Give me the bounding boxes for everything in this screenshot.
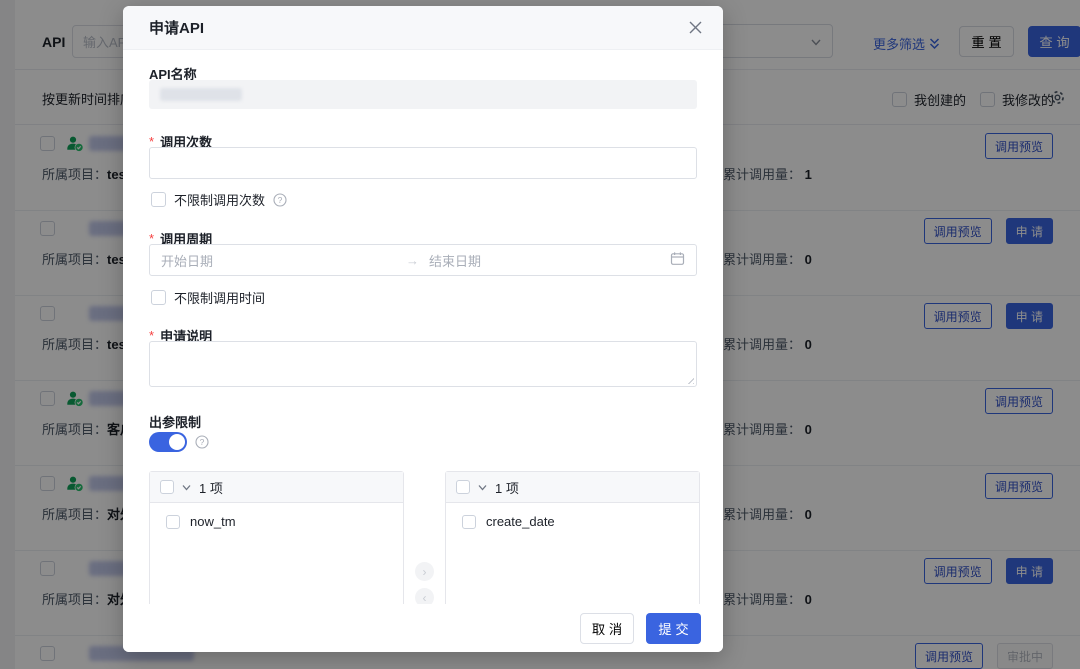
select-all-checkbox[interactable] [160,480,174,494]
chevron-down-icon[interactable] [181,482,192,493]
output-limit-label: 出参限制 [149,415,202,430]
page: API 输入API名称 更多筛选 重 置 查 询 按更新时间排序 我创建的 我修… [0,0,1080,669]
question-circle-icon[interactable]: ? [195,435,209,449]
target-count-label: 1 项 [495,480,519,496]
select-all-checkbox[interactable] [456,480,470,494]
chevron-down-icon[interactable] [477,482,488,493]
unlimited-time-checkbox[interactable] [151,290,166,305]
item-label: now_tm [190,514,236,529]
output-limit-toggle[interactable] [149,432,187,452]
svg-text:?: ? [200,437,205,447]
resize-handle[interactable] [685,375,694,384]
range-arrow: → [406,252,419,268]
apply-note-textarea[interactable] [149,341,697,387]
modal-footer: 取 消 提 交 [123,604,723,652]
question-circle-icon[interactable]: ? [273,192,287,207]
move-right-button[interactable]: › [415,562,434,581]
transfer-item[interactable]: create_date [446,503,699,529]
cancel-button[interactable]: 取 消 [580,613,634,644]
item-checkbox[interactable] [462,514,476,529]
transfer-source-header: 1 项 [150,472,403,503]
item-checkbox[interactable] [166,514,180,529]
modal-header: 申请API [123,6,723,50]
transfer-target-header: 1 项 [446,472,699,503]
start-date-placeholder[interactable]: 开始日期 [161,251,406,270]
unlimited-time-label: 不限制调用时间 [174,291,266,306]
modal-title: 申请API [149,20,205,37]
source-count-label: 1 项 [199,480,223,496]
submit-button[interactable]: 提 交 [646,613,701,644]
transfer-source-panel: 1 项 now_tm [149,471,404,623]
unlimited-count-label: 不限制调用次数 [174,193,266,208]
svg-text:?: ? [278,195,283,205]
unlimited-time-option[interactable]: 不限制调用时间 [151,288,265,307]
apply-api-modal: 申请API API名称 调用次数 不限制调用次数 ? 调用周期 开始日期 → 结… [123,6,723,652]
call-count-input[interactable] [149,147,697,179]
end-date-placeholder[interactable]: 结束日期 [429,251,670,270]
unlimited-count-checkbox[interactable] [151,192,166,207]
api-name-input [149,80,697,109]
toggle-knob [169,434,185,450]
date-range-picker[interactable]: 开始日期 → 结束日期 [149,244,697,276]
api-name-value-redacted [160,88,242,101]
calendar-icon [670,251,685,269]
transfer-item[interactable]: now_tm [150,503,403,529]
item-label: create_date [486,514,555,529]
unlimited-count-option[interactable]: 不限制调用次数 ? [151,190,287,209]
close-icon[interactable] [688,20,703,38]
transfer-arrows: › ‹ [415,562,434,607]
transfer-target-panel: 1 项 create_date [445,471,700,623]
